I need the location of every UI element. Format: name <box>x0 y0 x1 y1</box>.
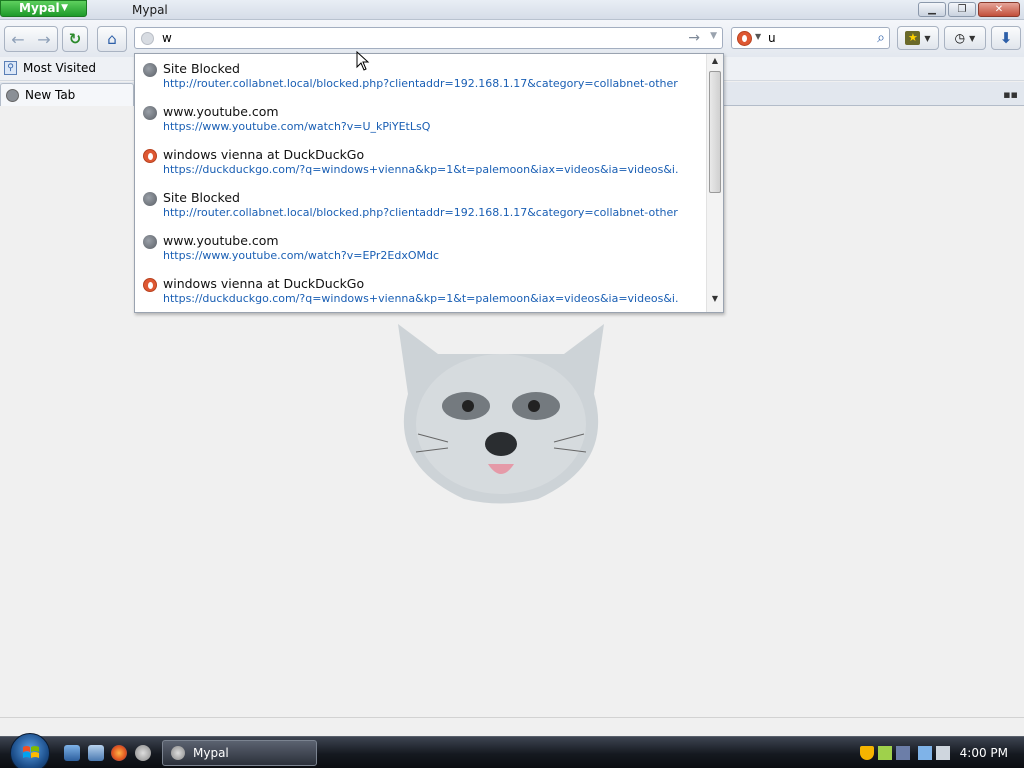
restore-icon: ❐ <box>957 4 967 15</box>
window-controls: ▁ ❐ ✕ <box>918 2 1020 17</box>
downloads-button[interactable]: ⬇ <box>991 26 1021 50</box>
list-all-tabs-icon[interactable]: ▪▪ <box>1003 88 1018 101</box>
tab-label: New Tab <box>25 88 76 102</box>
suggestion-title: www.youtube.com <box>163 233 279 248</box>
firefox-icon[interactable] <box>111 745 127 761</box>
taskbar: Mypal 4:00 PM <box>0 733 1024 768</box>
globe-icon <box>6 88 19 102</box>
system-tray: 4:00 PM <box>852 737 1024 768</box>
minimize-icon: ▁ <box>928 4 936 15</box>
taskbar-window-mypal[interactable]: Mypal <box>162 740 317 766</box>
suggestion-title: Site Blocked <box>163 190 240 205</box>
bookmark-label: Most Visited <box>23 61 97 75</box>
list-item[interactable]: windows vienna at DuckDuckGo https://duc… <box>135 269 723 312</box>
duckduckgo-icon <box>143 149 157 163</box>
download-arrow-icon: ⬇ <box>999 29 1013 47</box>
start-button[interactable] <box>10 733 50 768</box>
suggestion-title: windows vienna at DuckDuckGo <box>163 276 365 291</box>
mouse-pointer-icon <box>356 51 370 71</box>
restore-button[interactable]: ❐ <box>948 2 976 17</box>
home-icon: ⌂ <box>107 30 117 48</box>
suggestion-url: https://www.youtube.com/watch?v=EPr2EdxO… <box>163 249 440 262</box>
search-input[interactable]: u <box>768 31 776 45</box>
history-button[interactable]: ◷ ▼ <box>944 26 986 50</box>
list-item[interactable]: www.youtube.com https://www.youtube.com/… <box>135 97 723 140</box>
forward-arrow-icon[interactable]: → <box>31 30 57 49</box>
scrollbar-thumb[interactable] <box>709 71 721 193</box>
suggestion-url: https://duckduckgo.com/?q=windows+vienna… <box>163 163 678 176</box>
popup-scrollbar[interactable]: ▲ ▼ <box>706 54 723 312</box>
bookmarks-menu-button[interactable]: ★ ▼ <box>897 26 939 50</box>
reload-button[interactable]: ↻ <box>62 26 88 52</box>
tab-new-tab[interactable]: New Tab <box>0 83 134 106</box>
close-icon: ✕ <box>994 4 1004 15</box>
switch-windows-icon[interactable] <box>88 745 104 761</box>
list-item[interactable]: Site Blocked http://router.collabnet.loc… <box>135 54 723 97</box>
site-identity-icon[interactable] <box>141 32 154 45</box>
most-visited-icon: ⚲ <box>4 61 17 75</box>
scroll-up-icon[interactable]: ▲ <box>707 56 723 72</box>
mypal-raccoon-icon[interactable] <box>135 745 151 761</box>
back-forward-group: ← → <box>4 26 58 52</box>
device-icon[interactable] <box>896 746 910 760</box>
suggestion-url: http://router.collabnet.local/blocked.ph… <box>163 77 678 90</box>
mypal-raccoon-icon <box>171 746 185 760</box>
suggestion-title: windows vienna at DuckDuckGo <box>163 147 365 162</box>
duckduckgo-icon <box>143 278 157 292</box>
app-menu-label: Mypal <box>19 1 60 15</box>
volume-icon[interactable] <box>936 746 950 760</box>
chevron-down-icon: ▼ <box>61 3 68 13</box>
duckduckgo-engine-icon[interactable] <box>737 31 752 46</box>
bookmark-star-icon: ★ <box>905 31 921 45</box>
list-item[interactable]: www.youtube.com https://www.youtube.com/… <box>135 226 723 269</box>
globe-icon <box>143 106 157 120</box>
security-shield-icon[interactable] <box>860 746 874 760</box>
show-desktop-icon[interactable] <box>64 745 80 761</box>
url-bar[interactable]: w → ▼ <box>134 27 723 49</box>
raccoon-mascot-image <box>398 324 604 504</box>
home-button[interactable]: ⌂ <box>97 26 127 52</box>
bookmark-most-visited[interactable]: ⚲ Most Visited <box>4 61 96 75</box>
chevron-down-icon: ▼ <box>969 33 976 43</box>
clock-history-icon: ◷ <box>954 31 966 45</box>
search-bar[interactable]: ▼ u ⌕ <box>731 27 890 49</box>
title-bar: Mypal ▼ Mypal ▁ ❐ ✕ <box>0 0 1024 20</box>
suggestion-title: www.youtube.com <box>163 104 279 119</box>
search-icon[interactable]: ⌕ <box>877 30 885 46</box>
suggestion-title: Site Blocked <box>163 61 240 76</box>
reload-icon: ↻ <box>68 30 82 48</box>
suggestion-url: https://www.youtube.com/watch?v=U_kPiYEt… <box>163 120 431 133</box>
globe-icon <box>143 63 157 77</box>
network-icon[interactable] <box>918 746 932 760</box>
scroll-down-icon[interactable]: ▼ <box>707 294 723 310</box>
globe-icon <box>143 192 157 206</box>
update-icon[interactable] <box>878 746 892 760</box>
suggestion-url: https://duckduckgo.com/?q=windows+vienna… <box>163 292 678 305</box>
go-arrow-icon[interactable]: → <box>688 30 700 46</box>
url-autocomplete-popup: Site Blocked http://router.collabnet.loc… <box>134 53 724 313</box>
globe-icon <box>143 235 157 249</box>
list-item[interactable]: Site Blocked http://router.collabnet.loc… <box>135 183 723 226</box>
taskbar-window-label: Mypal <box>193 746 229 760</box>
clock[interactable]: 4:00 PM <box>960 746 1008 760</box>
window-title: Mypal <box>132 3 168 17</box>
engine-dropdown-icon[interactable]: ▼ <box>755 32 761 41</box>
url-dropdown-icon[interactable]: ▼ <box>710 31 717 41</box>
chevron-down-icon: ▼ <box>924 33 931 43</box>
back-arrow-icon[interactable]: ← <box>5 30 31 49</box>
windows-logo-icon <box>23 746 39 758</box>
list-item[interactable]: windows vienna at DuckDuckGo https://duc… <box>135 140 723 183</box>
close-button[interactable]: ✕ <box>978 2 1020 17</box>
url-input[interactable]: w <box>162 31 172 45</box>
suggestion-url: http://router.collabnet.local/blocked.ph… <box>163 206 678 219</box>
minimize-button[interactable]: ▁ <box>918 2 946 17</box>
app-menu-button[interactable]: Mypal ▼ <box>0 0 87 17</box>
